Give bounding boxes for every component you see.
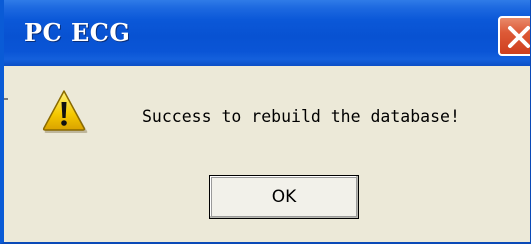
close-icon	[508, 26, 530, 48]
title-bar[interactable]: PC ECG	[4, 0, 530, 66]
ok-button[interactable]: OK	[209, 175, 359, 219]
message-dialog: PC ECG Success to rebuild the database! …	[0, 0, 531, 244]
dialog-message: Success to rebuild the database!	[142, 107, 460, 126]
window-title: PC ECG	[24, 18, 131, 47]
warning-icon	[40, 88, 88, 134]
frame-tick	[4, 98, 8, 100]
close-button[interactable]	[498, 16, 530, 56]
